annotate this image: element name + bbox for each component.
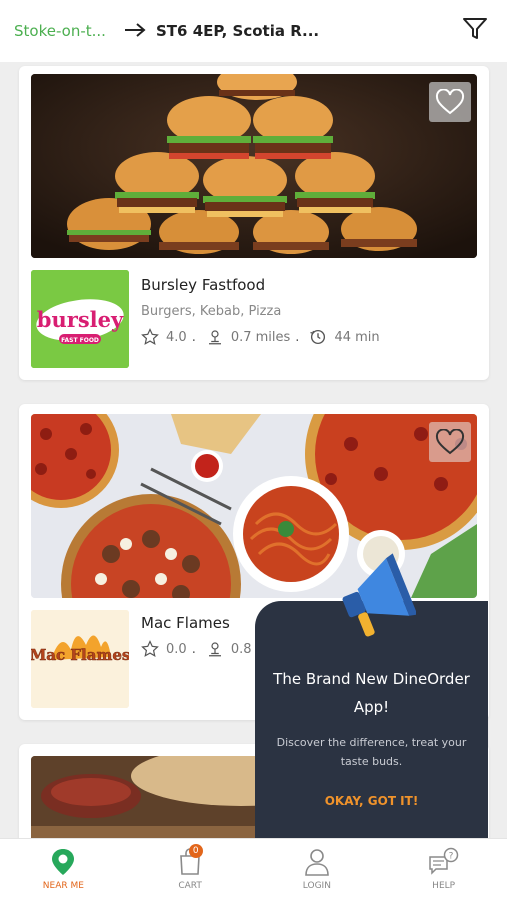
restaurant-info: Mac Flames 0.0 . 0.8: [141, 614, 252, 658]
separator: .: [295, 329, 300, 345]
user-icon: [305, 849, 329, 876]
megaphone-icon: [330, 552, 418, 648]
top-bar: Stoke-on-t... ST6 4EP, Scotia R...: [0, 0, 507, 62]
nav-label: LOGIN: [302, 881, 331, 891]
delivery-time: 44 min: [334, 329, 380, 345]
logo-subtext: FAST FOOD: [61, 337, 99, 344]
nav-label: HELP: [432, 881, 456, 891]
restaurant-cuisine: Burgers, Kebab, Pizza: [141, 304, 282, 319]
heart-icon: [435, 429, 465, 455]
nav-help[interactable]: ? HELP: [380, 839, 507, 900]
clock-icon: [310, 329, 326, 345]
help-chat-icon: ?: [428, 847, 458, 875]
restaurant-name[interactable]: Mac Flames: [141, 614, 252, 632]
rating-value: 4.0: [166, 329, 187, 345]
distance-pin-icon: [208, 642, 221, 657]
distance-pin-icon: [208, 330, 221, 345]
address-selector[interactable]: ST6 4EP, Scotia R...: [156, 22, 319, 40]
svg-text:?: ?: [448, 852, 453, 862]
star-icon: [141, 640, 159, 658]
filter-icon[interactable]: [461, 15, 489, 43]
nav-login[interactable]: LOGIN: [254, 839, 381, 900]
logo-text: bursley: [37, 307, 124, 332]
arrow-right-icon: [124, 19, 146, 43]
restaurant-name[interactable]: Bursley Fastfood: [141, 276, 380, 294]
restaurant-info: Bursley Fastfood Burgers, Kebab, Pizza 4…: [141, 276, 380, 346]
distance-value: 0.7 miles: [230, 329, 291, 345]
restaurant-meta: 4.0 . 0.7 miles . 44 min: [141, 328, 380, 346]
okay-got-it-button[interactable]: OKAY, GOT IT!: [255, 794, 488, 808]
restaurant-logo: bursley FAST FOOD: [31, 270, 129, 368]
separator: .: [191, 329, 196, 345]
popup-title: The Brand New DineOrder App!: [273, 670, 470, 716]
nav-label: NEAR ME: [42, 881, 84, 891]
heart-icon: [435, 89, 465, 115]
bottom-nav: NEAR ME 0 CART LOGIN ? HELP: [0, 838, 507, 900]
restaurant-card[interactable]: bursley FAST FOOD Bursley Fastfood Burge…: [19, 66, 489, 380]
favourite-button[interactable]: [429, 82, 471, 122]
city-selector[interactable]: Stoke-on-t...: [14, 22, 114, 40]
distance-value: 0.8: [230, 641, 252, 657]
nav-cart[interactable]: 0 CART: [127, 839, 254, 900]
star-icon: [141, 328, 159, 346]
logo-text: Mac Flames: [31, 646, 129, 664]
separator: .: [191, 641, 196, 657]
nav-label: CART: [178, 881, 202, 891]
restaurant-logo: Mac Flames: [31, 610, 129, 708]
cart-badge: 0: [188, 844, 203, 858]
favourite-button[interactable]: [429, 422, 471, 462]
popup-subtitle: Discover the difference, treat your tast…: [276, 736, 467, 768]
location-pin-icon: [52, 849, 75, 875]
restaurant-meta: 0.0 . 0.8: [141, 640, 252, 658]
restaurant-hero-image: [31, 74, 477, 258]
nav-near-me[interactable]: NEAR ME: [0, 839, 127, 900]
rating-value: 0.0: [166, 641, 187, 657]
